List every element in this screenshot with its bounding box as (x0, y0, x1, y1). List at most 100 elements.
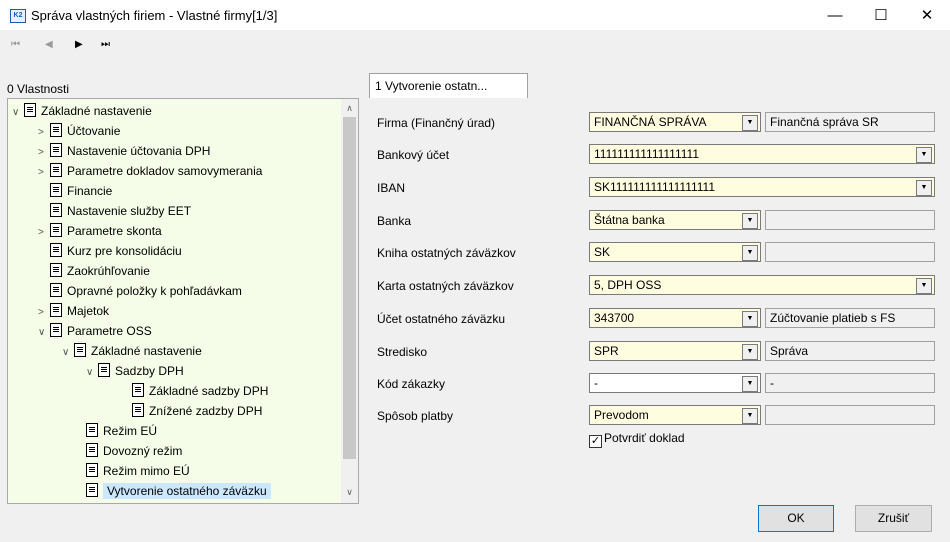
tree-item[interactable]: Nastavenie služby EET (38, 201, 191, 221)
ucet-zavazku-description: Zúčtovanie platieb s FS (765, 308, 935, 328)
tree-item[interactable]: ∨ Základné nastavenie (62, 341, 202, 361)
dropdown-arrow-icon: ▼ (742, 115, 758, 131)
scroll-down-icon[interactable]: ∨ (341, 487, 358, 498)
document-icon (86, 463, 98, 477)
document-icon (50, 203, 62, 217)
document-icon (98, 363, 110, 377)
tab-vytvorenie[interactable]: 1 Vytvorenie ostatn... (369, 73, 528, 98)
firma-select[interactable]: FINANČNÁ SPRÁVA ▼ (589, 112, 761, 132)
last-record-icon[interactable]: ⏭ (101, 39, 110, 50)
dropdown-arrow-icon: ▼ (742, 376, 758, 392)
dropdown-arrow-icon: ▼ (742, 344, 758, 360)
checkbox-icon[interactable]: ✓ (589, 435, 602, 448)
stredisko-label: Stredisko (377, 345, 428, 359)
document-icon (132, 403, 144, 417)
stredisko-description: Správa (765, 341, 935, 361)
tree-item[interactable]: ∨ Sadzby DPH (86, 361, 184, 381)
dropdown-arrow-icon: ▼ (916, 278, 932, 294)
document-icon (50, 323, 62, 337)
sposob-platby-description (765, 405, 935, 425)
banka-label: Banka (377, 214, 412, 228)
kniha-description (765, 242, 935, 262)
previous-record-icon[interactable]: ◀ (45, 39, 53, 50)
dropdown-arrow-icon: ▼ (742, 245, 758, 261)
properties-label: 0 Vlastnosti (7, 82, 70, 96)
banka-description (765, 210, 935, 230)
ucet-zavazku-label: Účet ostatného záväzku (377, 312, 506, 326)
document-icon (86, 443, 98, 457)
karta-label: Karta ostatných záväzkov (377, 279, 514, 293)
document-icon (50, 303, 62, 317)
first-record-icon[interactable]: ⏮ (11, 39, 20, 50)
tree-item-selected[interactable]: Vytvorenie ostatného záväzku (74, 481, 271, 501)
document-icon (50, 223, 62, 237)
dropdown-arrow-icon: ▼ (742, 311, 758, 327)
banka-select[interactable]: Štátna banka ▼ (589, 210, 761, 230)
kod-zakazky-select[interactable]: - ▼ (589, 373, 761, 393)
tree-item[interactable]: Financie (38, 181, 112, 201)
tree-item[interactable]: Základné sadzby DPH (120, 381, 268, 401)
firma-description: Finančná správa SR (765, 112, 935, 132)
dropdown-arrow-icon: ▼ (916, 147, 932, 163)
ucet-zavazku-select[interactable]: 343700 ▼ (589, 308, 761, 328)
app-icon: K2 (10, 9, 26, 23)
document-icon (50, 143, 62, 157)
dropdown-arrow-icon: ▼ (916, 180, 932, 196)
dropdown-arrow-icon: ▼ (742, 213, 758, 229)
firma-label: Firma (Finančný úrad) (377, 116, 496, 130)
window-title: Správa vlastných firiem - Vlastné firmy[… (31, 8, 278, 23)
next-record-icon[interactable]: ▶ (75, 39, 83, 50)
record-toolbar: ⏮ ◀ ▶ ⏭ (0, 30, 950, 64)
properties-tree[interactable]: ∨ Základné nastavenie > Účtovanie > Nastave… (7, 98, 359, 504)
document-icon (86, 483, 98, 497)
close-button[interactable]: ✕ (904, 0, 950, 30)
tree-item[interactable]: Dovozný režim (74, 441, 182, 461)
kniha-select[interactable]: SK ▼ (589, 242, 761, 262)
stredisko-select[interactable]: SPR ▼ (589, 341, 761, 361)
tree-item[interactable]: Režim mimo EÚ (74, 461, 190, 481)
kniha-label: Kniha ostatných záväzkov (377, 246, 516, 260)
tree-item[interactable]: ∨ Parametre OSS (38, 321, 152, 341)
tree-item[interactable]: Kurz pre konsolidáciu (38, 241, 182, 261)
scrollbar-thumb[interactable] (343, 117, 356, 459)
document-icon (50, 243, 62, 257)
potvrdit-doklad-checkbox[interactable]: ✓ Potvrdiť doklad (589, 431, 685, 448)
document-icon (24, 103, 36, 117)
kod-zakazky-description: - (765, 373, 935, 393)
tree-item[interactable]: Zaokrúhľovanie (38, 261, 150, 281)
document-icon (50, 263, 62, 277)
potvrdit-doklad-label: Potvrdiť doklad (604, 431, 685, 445)
tree-item[interactable]: ∨ Základné nastavenie (12, 101, 152, 121)
document-icon (74, 343, 86, 357)
iban-label: IBAN (377, 181, 406, 195)
tree-item[interactable]: > Nastavenie účtovania DPH (38, 141, 210, 161)
dropdown-arrow-icon: ▼ (742, 408, 758, 424)
document-icon (50, 183, 62, 197)
tree-item[interactable]: > Parametre dokladov samovymerania (38, 161, 262, 181)
tree-scrollbar[interactable]: ∧ ∨ (341, 99, 358, 503)
document-icon (50, 163, 62, 177)
iban-select[interactable]: SK111111111111111111 ▼ (589, 177, 935, 197)
minimize-button[interactable]: — (812, 0, 858, 30)
tree-item[interactable]: Režim EÚ (74, 421, 157, 441)
document-icon (132, 383, 144, 397)
document-icon (50, 283, 62, 297)
tree-item[interactable]: > Majetok (38, 301, 109, 321)
bankovy-ucet-label: Bankový účet (377, 148, 450, 162)
sposob-platby-select[interactable]: Prevodom ▼ (589, 405, 761, 425)
title-bar: K2 Správa vlastných firiem - Vlastné fir… (0, 0, 950, 30)
tree-item[interactable]: Opravné položky k pohľadávkam (38, 281, 242, 301)
maximize-button[interactable]: ☐ (858, 0, 904, 30)
tree-item[interactable]: > Účtovanie (38, 121, 120, 141)
scroll-up-icon[interactable]: ∧ (341, 103, 358, 114)
cancel-button[interactable]: Zrušiť (855, 505, 932, 532)
tree-item[interactable]: > Parametre skonta (38, 221, 162, 241)
document-icon (86, 423, 98, 437)
document-icon (50, 123, 62, 137)
kod-zakazky-label: Kód zákazky (377, 377, 446, 391)
tree-item[interactable]: Znížené zadzby DPH (120, 401, 262, 421)
ok-button[interactable]: OK (758, 505, 834, 532)
sposob-platby-label: Spôsob platby (377, 409, 454, 423)
bankovy-ucet-select[interactable]: 111111111111111111 ▼ (589, 144, 935, 164)
karta-select[interactable]: 5, DPH OSS ▼ (589, 275, 935, 295)
